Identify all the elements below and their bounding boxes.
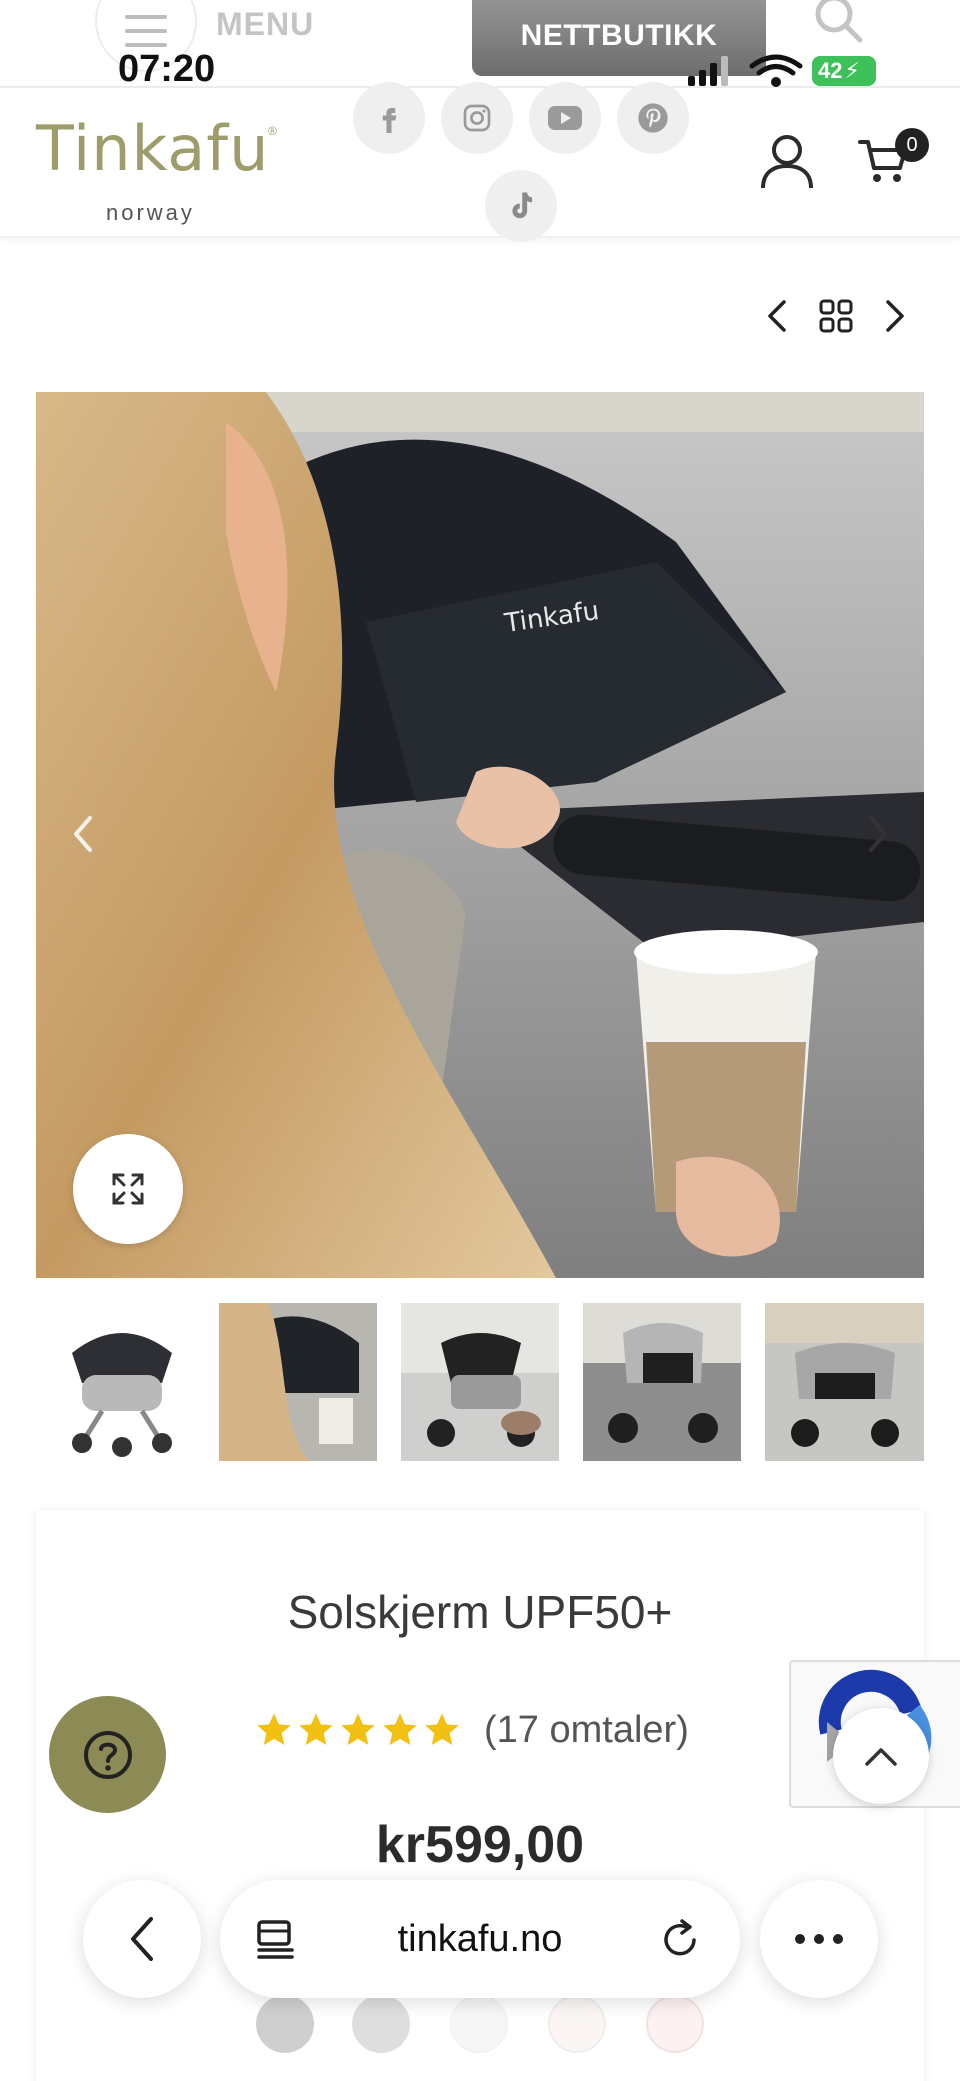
thumbnail-3[interactable]: [401, 1303, 559, 1461]
star-icon: [257, 1713, 291, 1745]
battery-level: 42: [818, 58, 843, 83]
facebook-link[interactable]: [353, 82, 425, 154]
product-photo: Tinkafu: [36, 392, 924, 1278]
logo-registered-mark: ®: [268, 124, 277, 138]
search-icon[interactable]: [812, 0, 864, 44]
question-icon: [83, 1730, 132, 1779]
star-icon: [299, 1713, 333, 1745]
brand-logo[interactable]: Tinkafu ® norway: [36, 104, 286, 225]
previous-product-icon[interactable]: [758, 296, 798, 336]
star-icon: [383, 1713, 417, 1745]
thumbnail-image: [583, 1303, 741, 1461]
instagram-icon: [463, 104, 491, 132]
reader-mode-icon[interactable]: [256, 1918, 298, 1960]
top-overlay-bar: MENU NETTBUTIKK 07:20 42 ⚡: [0, 0, 960, 90]
next-product-icon[interactable]: [874, 296, 914, 336]
account-icon[interactable]: [758, 132, 816, 190]
instagram-link[interactable]: [441, 82, 513, 154]
charging-icon: ⚡: [844, 58, 860, 83]
thumbnail-image: [219, 1303, 377, 1461]
logo-subtitle: norway: [106, 200, 195, 225]
url-text[interactable]: tinkafu.no: [398, 1918, 563, 1961]
color-swatch-white[interactable]: [450, 1995, 508, 2053]
youtube-link[interactable]: [529, 82, 601, 154]
grid-view-icon[interactable]: [816, 296, 856, 336]
star-icon: [425, 1713, 459, 1745]
scroll-to-top-button[interactable]: [833, 1708, 929, 1804]
pinterest-link[interactable]: [617, 82, 689, 154]
status-time: 07:20: [118, 48, 216, 90]
star-icon: [341, 1713, 375, 1745]
image-next-icon[interactable]: [857, 810, 897, 858]
help-button[interactable]: [49, 1696, 166, 1813]
logo-word: Tinkafu: [36, 112, 270, 185]
main-product-image[interactable]: Tinkafu: [36, 392, 924, 1278]
thumbnail-1[interactable]: [42, 1303, 200, 1461]
fullscreen-button[interactable]: [73, 1134, 183, 1244]
tiktok-icon: [512, 192, 533, 219]
thumbnail-image: [72, 1333, 172, 1457]
hamburger-icon: [125, 15, 167, 47]
browser-back-button[interactable]: [83, 1880, 201, 1998]
thumbnail-image: [401, 1303, 559, 1461]
chevron-up-icon: [865, 1748, 897, 1766]
product-rating[interactable]: (17 omtaler): [254, 1705, 689, 1755]
facebook-icon: [382, 108, 397, 133]
reload-icon[interactable]: [660, 1918, 702, 1960]
image-prev-icon[interactable]: [64, 810, 104, 858]
pinterest-icon: [638, 103, 668, 133]
tiktok-link[interactable]: [485, 170, 557, 242]
thumbnail-4[interactable]: [583, 1303, 741, 1461]
product-title: Solskjerm UPF50+: [287, 1586, 673, 1638]
thumbnail-5[interactable]: [765, 1303, 924, 1461]
product-price: kr599,00: [375, 1816, 585, 1874]
rating-stars: [254, 1710, 462, 1750]
address-bar[interactable]: tinkafu.no: [220, 1880, 740, 1998]
chevron-left-icon: [131, 1917, 153, 1961]
more-dots-icon: [795, 1934, 843, 1944]
menu-label[interactable]: MENU: [216, 6, 314, 43]
browser-more-button[interactable]: [760, 1880, 878, 1998]
cart-count-badge: 0: [895, 128, 929, 162]
expand-icon: [112, 1173, 144, 1205]
color-swatch-pattern-2[interactable]: [646, 1995, 704, 2053]
color-swatch-grey[interactable]: [256, 1995, 314, 2053]
battery-indicator: 42 ⚡: [812, 56, 876, 86]
thumbnail-image: [765, 1303, 924, 1461]
thumbnail-2[interactable]: [219, 1303, 377, 1461]
youtube-icon: [548, 106, 582, 130]
color-swatch-pattern-1[interactable]: [548, 1995, 606, 2053]
review-count[interactable]: (17 omtaler): [484, 1709, 689, 1752]
color-swatch-light-grey[interactable]: [352, 1995, 410, 2053]
